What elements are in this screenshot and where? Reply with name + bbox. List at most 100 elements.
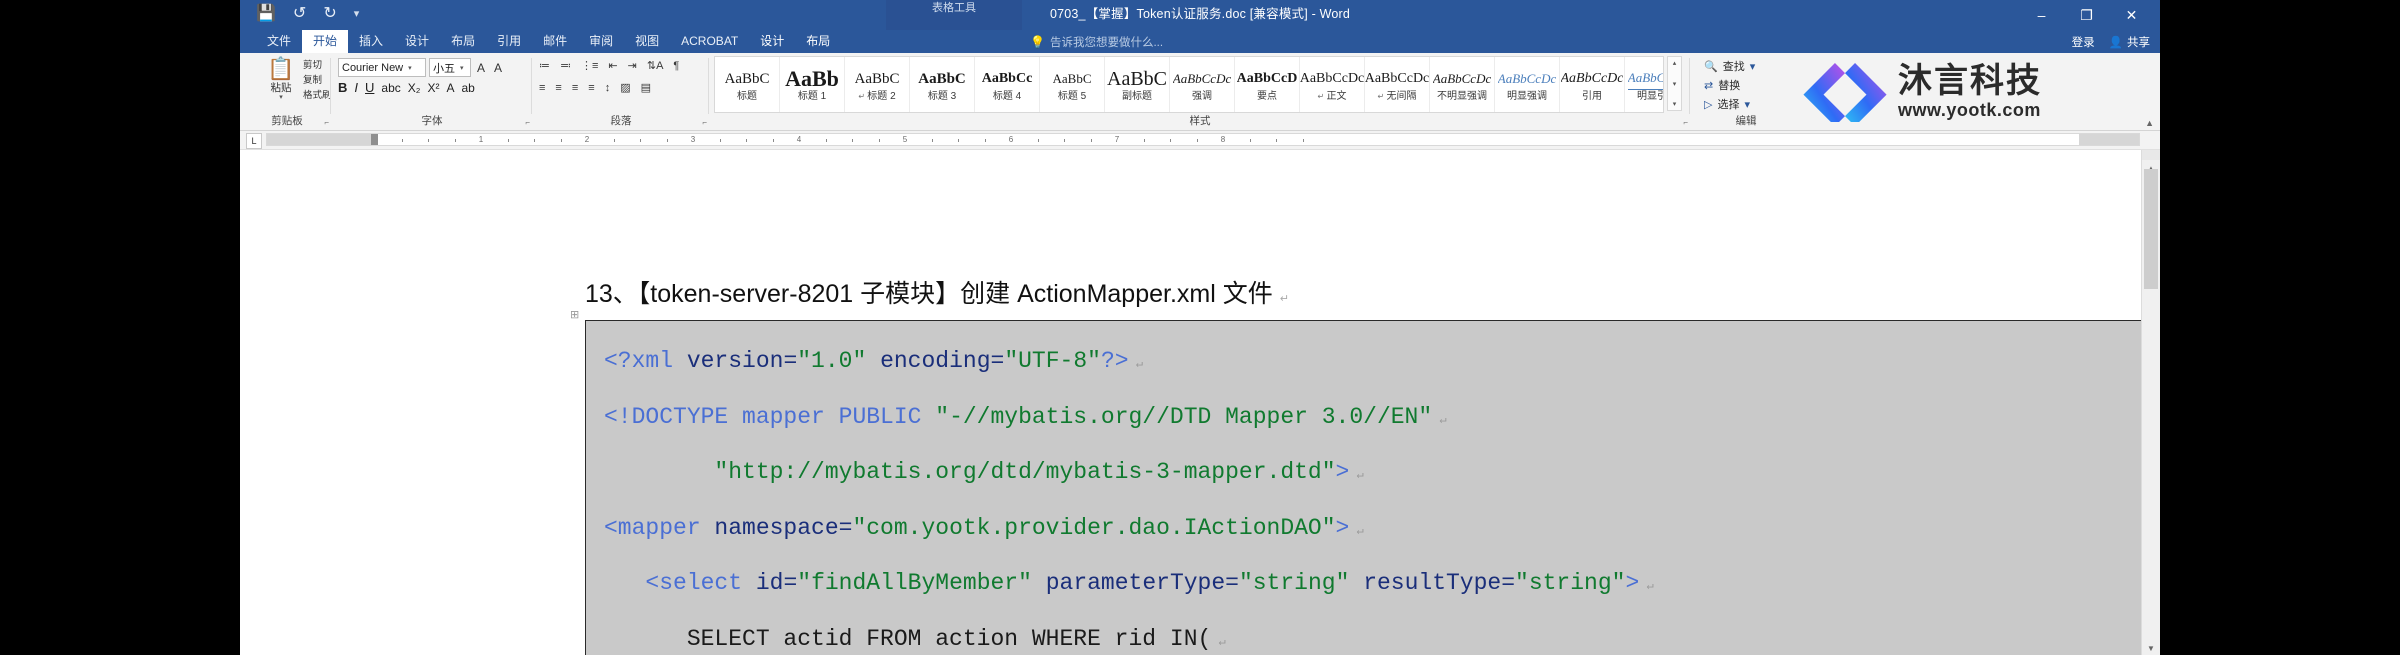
paragraph-row-2[interactable]: ≡ ≡ ≡ ≡ ↕ ▨ ▤ <box>539 81 651 95</box>
tab-邮件[interactable]: 邮件 <box>532 30 578 53</box>
tab-ACROBAT[interactable]: ACROBAT <box>670 30 749 53</box>
replace-button[interactable]: ⇄ 替换 <box>1704 77 1755 96</box>
underline-button[interactable]: U <box>365 80 374 95</box>
paragraph-row-1[interactable]: ≔ ≕ ⋮≡ ⇤ ⇥ ⇅A ¶ <box>539 59 679 73</box>
horizontal-ruler[interactable]: 1 2 3 4 5 6 7 8 <box>266 133 2140 146</box>
clipboard-dialog-launcher[interactable]: ⌐ <box>324 118 329 127</box>
shrink-font-button[interactable]: A <box>491 61 505 75</box>
style-item-要点[interactable]: AaBbCcD 要点 <box>1235 57 1300 112</box>
strikethrough-button[interactable]: abc <box>381 81 400 95</box>
minimize-button[interactable]: – <box>2019 0 2064 30</box>
line-spacing-icon[interactable]: ↕ <box>605 82 611 94</box>
style-item-标题 3[interactable]: AaBbC 标题 3 <box>910 57 975 112</box>
clipboard-commands[interactable]: 剪切 复制 格式刷 <box>303 58 333 103</box>
tab-设计[interactable]: 设计 <box>394 30 440 53</box>
style-item-标题 4[interactable]: AaBbCc 标题 4 <box>975 57 1040 112</box>
styles-dialog-launcher[interactable]: ⌐ <box>1683 118 1688 127</box>
ruler-tick <box>507 139 509 142</box>
bold-button[interactable]: B <box>338 80 347 95</box>
paste-button[interactable]: 📋 粘贴 ▾ <box>257 56 305 102</box>
code-block[interactable]: <?xml version="1.0" encoding="UTF-8"?> ↵… <box>585 320 2160 655</box>
grow-font-button[interactable]: A <box>474 61 488 75</box>
scroll-thumb[interactable] <box>2144 169 2158 289</box>
style-gallery[interactable]: AaBbC 标题 AaBb 标题 1 AaBbC ↵ 标题 2 AaBbC 标题 3 AaBbC… <box>714 56 1664 113</box>
style-item-强调[interactable]: AaBbCcDc 强调 <box>1170 57 1235 112</box>
ruler-number: 7 <box>1114 135 1120 144</box>
borders-icon[interactable]: ▤ <box>641 81 651 94</box>
style-item-副标题[interactable]: AaBbC 副标题 <box>1105 57 1170 112</box>
scroll-up-icon[interactable]: ▴ <box>1673 59 1677 67</box>
font-dialog-launcher[interactable]: ⌐ <box>525 118 530 127</box>
split-handle[interactable] <box>2142 150 2160 160</box>
subscript-button[interactable]: X₂ <box>408 81 421 95</box>
table-move-handle[interactable]: ⊞ <box>570 308 579 321</box>
copy-button[interactable]: 复制 <box>303 73 333 88</box>
sign-in-link[interactable]: 登录 <box>2072 34 2095 50</box>
font-size-combo[interactable]: 小五 ▾ <box>429 58 471 77</box>
indent-marker[interactable] <box>371 134 378 145</box>
tab-stop-selector[interactable]: L <box>246 133 262 149</box>
cut-button[interactable]: 剪切 <box>303 58 333 73</box>
format-painter-button[interactable]: 格式刷 <box>303 88 333 103</box>
shading-icon[interactable]: ▨ <box>620 81 630 94</box>
style-item-标题 2[interactable]: AaBbC ↵ 标题 2 <box>845 57 910 112</box>
tab-布局[interactable]: 布局 <box>795 30 841 53</box>
tab-引用[interactable]: 引用 <box>486 30 532 53</box>
style-preview: AaBbC <box>918 70 966 87</box>
scroll-down-arrow[interactable]: ▼ <box>2142 640 2160 655</box>
align-left-icon[interactable]: ≡ <box>539 82 545 94</box>
tab-布局[interactable]: 布局 <box>440 30 486 53</box>
show-marks-icon[interactable]: ¶ <box>673 60 679 72</box>
font-name-combo[interactable]: Courier New ▾ <box>338 58 426 77</box>
style-item-明显引用[interactable]: AaBbCcDc明显引用 <box>1625 57 1663 112</box>
brand-logo: 沐言科技 www.yootk.com <box>1802 51 2152 131</box>
style-item-引用[interactable]: AaBbCcDc 引用 <box>1560 57 1625 112</box>
restore-button[interactable]: ❐ <box>2064 0 2109 30</box>
decrease-indent-icon[interactable]: ⇤ <box>608 59 617 72</box>
text-effects-button[interactable]: A <box>446 81 454 95</box>
justify-icon[interactable]: ≡ <box>588 82 594 94</box>
align-center-icon[interactable]: ≡ <box>555 82 561 94</box>
style-item-明显强调[interactable]: AaBbCcDc 明显强调 <box>1495 57 1560 112</box>
paragraph-dialog-launcher[interactable]: ⌐ <box>702 118 707 127</box>
editing-commands[interactable]: 🔍 查找 ▾ ⇄ 替换 ▷ 选择 ▾ <box>1704 58 1755 115</box>
tab-插入[interactable]: 插入 <box>348 30 394 53</box>
style-item-不明显强调[interactable]: AaBbCcDc 不明显强调 <box>1430 57 1495 112</box>
paste-caret-icon[interactable]: ▾ <box>257 94 305 102</box>
italic-button[interactable]: I <box>354 80 358 95</box>
style-item-标题[interactable]: AaBbC 标题 <box>715 57 780 112</box>
ribbon-tabs[interactable]: 文件 开始 插入 设计 布局 引用 邮件 审阅 视图 ACROBAT 设计 布局 <box>256 30 841 53</box>
find-button[interactable]: 🔍 查找 ▾ <box>1704 58 1755 77</box>
tab-文件[interactable]: 文件 <box>256 30 302 53</box>
increase-indent-icon[interactable]: ⇥ <box>628 59 637 72</box>
bullets-icon[interactable]: ≔ <box>539 59 550 72</box>
align-right-icon[interactable]: ≡ <box>572 82 578 94</box>
superscript-button[interactable]: X² <box>427 81 439 95</box>
collapse-ribbon-icon[interactable]: ▲ <box>2145 118 2154 128</box>
tell-me-box[interactable]: 💡 告诉我您想要做什么... <box>1030 30 1163 53</box>
tab-设计[interactable]: 设计 <box>749 30 795 53</box>
window-controls[interactable]: – ❐ ✕ <box>2019 0 2154 30</box>
style-item-无间隔[interactable]: AaBbCcDc ↵ 无间隔 <box>1365 57 1430 112</box>
more-styles-icon[interactable]: ▾ <box>1673 100 1677 108</box>
style-gallery-scroll[interactable]: ▴ ▾ ▾ <box>1667 56 1682 111</box>
account-area[interactable]: 登录 👤 共享 <box>2072 30 2150 53</box>
multilevel-list-icon[interactable]: ⋮≡ <box>581 59 598 72</box>
vertical-scrollbar[interactable]: ▲ ▼ <box>2141 150 2160 655</box>
tab-视图[interactable]: 视图 <box>624 30 670 53</box>
highlight-button[interactable]: ab <box>461 81 474 95</box>
group-clipboard: 📋 粘贴 ▾ 剪切 复制 格式刷 剪贴板 ⌐ <box>243 53 331 130</box>
share-button[interactable]: 👤 共享 <box>2109 34 2150 50</box>
style-item-正文[interactable]: AaBbCcDc ↵ 正文 <box>1300 57 1365 112</box>
sort-icon[interactable]: ⇅A <box>647 59 664 72</box>
tab-开始[interactable]: 开始 <box>302 30 349 53</box>
ruler-tick <box>958 139 959 142</box>
scroll-down-icon[interactable]: ▾ <box>1673 80 1677 88</box>
tab-审阅[interactable]: 审阅 <box>578 30 624 53</box>
close-button[interactable]: ✕ <box>2109 0 2154 30</box>
style-item-标题 1[interactable]: AaBb 标题 1 <box>780 57 845 112</box>
style-item-标题 5[interactable]: AaBbC 标题 5 <box>1040 57 1105 112</box>
numbering-icon[interactable]: ≕ <box>560 59 571 72</box>
font-group-label: 字体 <box>421 115 443 127</box>
